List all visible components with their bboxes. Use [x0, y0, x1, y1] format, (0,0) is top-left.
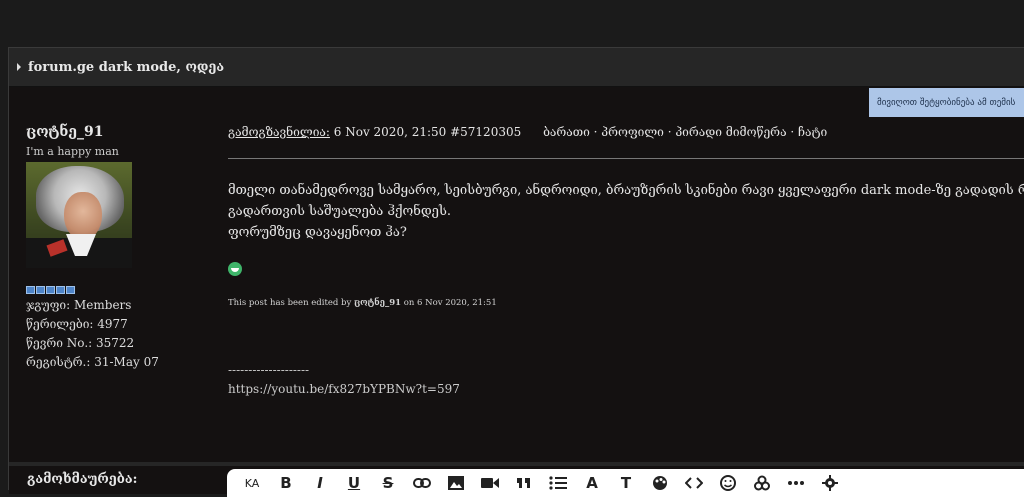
image-icon[interactable]: [439, 469, 473, 497]
rank-pips: [26, 286, 216, 294]
reply-section: გამოხმაურება: KA B I U S A T: [9, 462, 1024, 497]
notify-button[interactable]: მივიღოთ შეტყობინება ამ თემის: [869, 88, 1024, 117]
rank-pip-icon: [46, 286, 55, 294]
italic-button[interactable]: I: [303, 469, 337, 497]
user-member-number: წევრი No.: 35722: [26, 336, 135, 350]
post-divider: [228, 158, 1024, 159]
rank-pip-icon: [26, 286, 35, 294]
username[interactable]: ცოტნე_91: [26, 124, 216, 140]
quote-icon[interactable]: [507, 469, 541, 497]
link-icon[interactable]: [405, 469, 439, 497]
user-post-count: წერილები: 4977: [26, 317, 128, 331]
code-icon[interactable]: [677, 469, 711, 497]
palette-icon[interactable]: [643, 469, 677, 497]
user-registered: რეგისტრ.: 31-May 07: [26, 355, 159, 369]
grin-emoji-icon: [228, 262, 242, 276]
gear-icon[interactable]: [813, 469, 847, 497]
video-icon[interactable]: [473, 469, 507, 497]
rank-pip-icon: [66, 286, 75, 294]
topic-title[interactable]: forum.ge dark mode, ოდეა: [28, 60, 224, 75]
avatar[interactable]: [26, 162, 132, 268]
post-header: გამოგზავნილია: 6 Nov 2020, 21:50 #571203…: [228, 125, 1024, 139]
user-group: ჯგუფი: Members: [26, 298, 132, 312]
topic-bar[interactable]: forum.ge dark mode, ოდეა: [9, 48, 1024, 87]
user-title: I'm a happy man: [26, 145, 119, 158]
author-panel: ცოტნე_91 I'm a happy man ჯგუფი: Members …: [26, 124, 216, 370]
signature-link[interactable]: https://youtu.be/fx827bYPBNw?t=597: [228, 381, 1024, 397]
post-text-line-1: მთელი თანამედროვე სამყარო, სეისბურგი, ან…: [228, 183, 1024, 198]
post-user-links[interactable]: ბარათი · პროფილი · პირადი მიმოწერა · ჩატ…: [543, 125, 827, 139]
biohazard-icon[interactable]: [745, 469, 779, 497]
sent-label: გამოგზავნილია:: [228, 125, 330, 139]
post-date-id[interactable]: 6 Nov 2020, 21:50 #57120305: [330, 125, 521, 139]
emoji-icon[interactable]: [711, 469, 745, 497]
rank-pip-icon: [56, 286, 65, 294]
more-icon[interactable]: [779, 469, 813, 497]
strikethrough-button[interactable]: S: [371, 469, 405, 497]
post-body: მთელი თანამედროვე სამყარო, სეისბურგი, ან…: [228, 180, 1024, 397]
signature-divider: --------------------: [228, 363, 310, 377]
underline-button[interactable]: U: [337, 469, 371, 497]
editor-toolbar: KA B I U S A T: [227, 469, 1024, 497]
font-size-button[interactable]: T: [609, 469, 643, 497]
expand-arrow-icon[interactable]: [17, 63, 21, 71]
reply-label: გამოხმაურება:: [27, 472, 138, 487]
edit-notice: This post has been edited by ცოტნე_91 on…: [228, 298, 497, 308]
keyboard-layout-button[interactable]: KA: [235, 469, 269, 497]
post-text-line-2: გადართვის საშუალება ჰქონდეს.: [228, 204, 451, 219]
topic-frame: forum.ge dark mode, ოდეა მივიღოთ შეტყობი…: [8, 47, 1024, 497]
rank-pip-icon: [36, 286, 45, 294]
list-icon[interactable]: [541, 469, 575, 497]
bold-button[interactable]: B: [269, 469, 303, 497]
font-color-button[interactable]: A: [575, 469, 609, 497]
post-question: ფორუმზეც დავაყენოთ ჰა?: [228, 225, 407, 240]
